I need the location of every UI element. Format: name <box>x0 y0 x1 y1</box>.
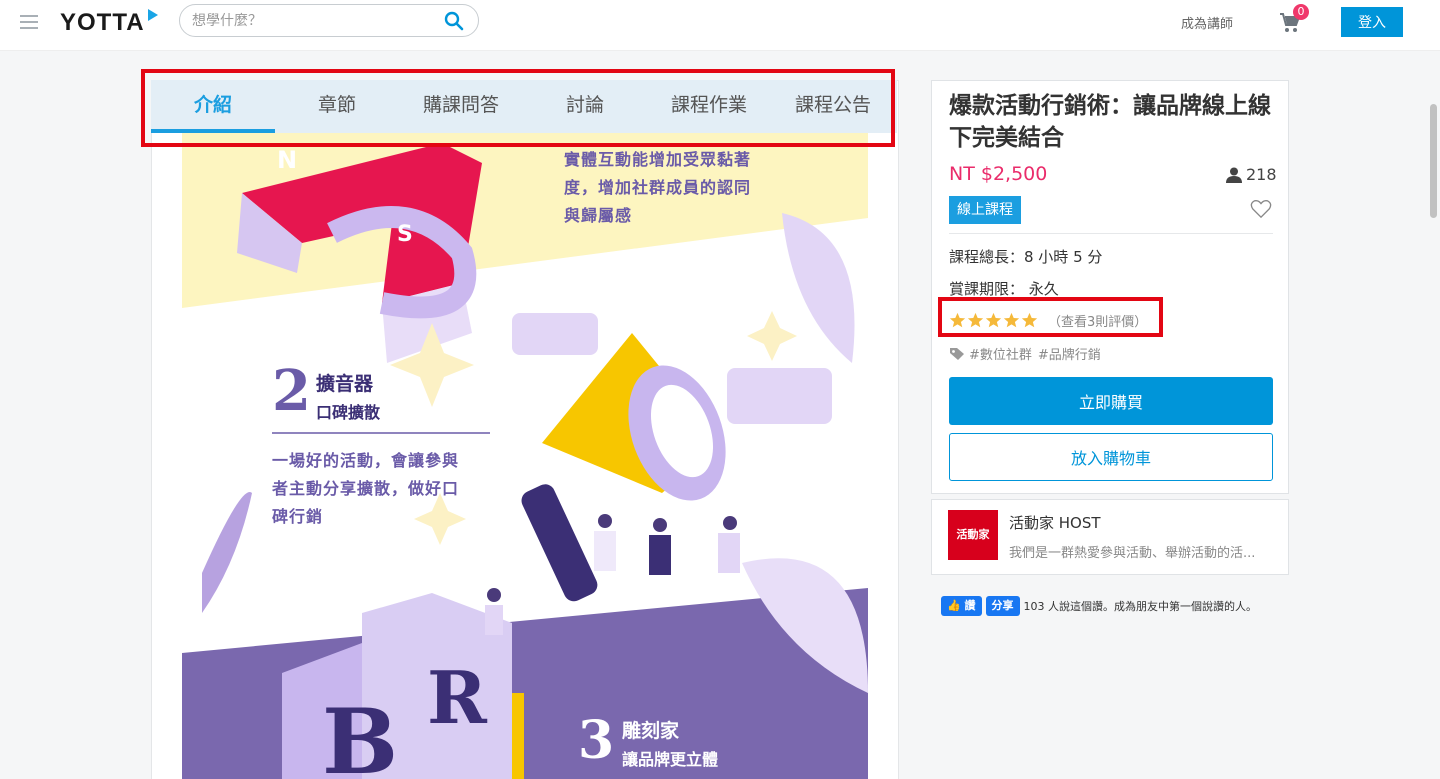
svg-text:N: N <box>277 146 297 174</box>
fb-share-button[interactable]: 分享 <box>985 596 1020 616</box>
host-logo: 活動家 <box>948 510 998 560</box>
search-box <box>179 4 479 37</box>
tag-link[interactable]: #數位社群 <box>969 344 1032 363</box>
search-input[interactable] <box>192 11 432 31</box>
banner-section2-line: 一場好的活動，會讓參與 <box>272 451 460 470</box>
banner-section1-text: 實體互動能增加受眾黏著 度，增加社群成員的認同 與歸屬感 <box>564 146 751 230</box>
banner-section1-line: 實體互動能增加受眾黏著 <box>564 150 752 169</box>
star-icon <box>967 312 984 327</box>
banner-section2-subtitle: 口碑擴散 <box>316 403 381 422</box>
tab-discussion[interactable]: 討論 <box>523 80 647 133</box>
heart-icon[interactable] <box>1250 199 1272 219</box>
banner-section3-subtitle: 讓品牌更立體 <box>622 750 719 769</box>
tab-purchase-qa[interactable]: 購課問答 <box>399 80 523 133</box>
banner-section1-line: 度，增加社群成員的認同 <box>564 178 752 197</box>
svg-text:R: R <box>427 655 488 740</box>
banner-section2-number: 2 <box>272 358 311 424</box>
logo-arrow-icon <box>148 9 158 21</box>
banner-section2-text: 一場好的活動，會讓參與 者主動分享擴散，做好口 碑行銷 <box>272 447 459 531</box>
banner-section2-line: 碑行銷 <box>272 507 324 526</box>
user-icon <box>1226 167 1242 183</box>
star-rating <box>949 312 1038 329</box>
fb-like-button[interactable]: 👍 讚 <box>941 596 982 616</box>
tag-link[interactable]: #品牌行銷 <box>1038 344 1101 363</box>
course-info-card: 爆款活動行銷術：讓品牌線上線下完美結合 NT $2,500 218 線上課程 課… <box>931 80 1289 494</box>
cart-count-badge: 0 <box>1293 4 1309 20</box>
course-access-period: 賞課期限： 永久 <box>949 280 1059 298</box>
tab-assignments[interactable]: 課程作業 <box>647 80 771 133</box>
menu-icon[interactable] <box>20 15 38 29</box>
svg-text:S: S <box>397 222 413 247</box>
become-teacher-link[interactable]: 成為講師 <box>1181 13 1233 32</box>
course-price: NT $2,500 <box>949 163 1048 185</box>
course-banner-image: N S B R 實體互動能增加受眾黏著 度，增加社群成員的認同 與歸屬感 2 擴… <box>182 133 868 779</box>
course-tags: #數位社群 #品牌行銷 <box>949 344 1107 363</box>
course-duration: 課程總長：8 小時 5 分 <box>949 248 1103 266</box>
course-title: 爆款活動行銷術：讓品牌線上線下完美結合 <box>949 93 1271 151</box>
rating-row: （查看3則評價） <box>949 310 1147 330</box>
login-button[interactable]: 登入 <box>1341 7 1403 37</box>
site-logo[interactable]: YOTTA <box>60 8 145 38</box>
banner-section2-line: 者主動分享擴散，做好口 <box>272 479 460 498</box>
tag-icon <box>950 347 964 360</box>
svg-text:B: B <box>322 689 398 779</box>
tab-announcements[interactable]: 課程公告 <box>771 80 895 133</box>
star-icon <box>1003 312 1020 327</box>
tab-intro[interactable]: 介紹 <box>151 80 275 133</box>
banner-section2-title: 擴音器 <box>316 373 374 395</box>
online-course-tag: 線上課程 <box>949 196 1021 224</box>
host-description: 我們是一群熱愛參與活動、舉辦活動的活... <box>1009 546 1256 561</box>
add-to-cart-button[interactable]: 放入購物車 <box>949 433 1273 481</box>
star-icon <box>1021 312 1038 327</box>
banner-section3-title: 雕刻家 <box>622 720 680 742</box>
banner-section1-line: 與歸屬感 <box>564 206 633 225</box>
buy-now-button[interactable]: 立即購買 <box>949 377 1273 425</box>
fb-like-label: 讚 <box>964 599 976 612</box>
search-icon[interactable] <box>444 11 464 31</box>
host-card[interactable]: 活動家 活動家 HOST 我們是一群熱愛參與活動、舉辦活動的活... <box>931 499 1289 575</box>
thumbs-up-icon: 👍 <box>947 599 961 612</box>
top-header: YOTTA 成為講師 0 登入 <box>0 0 1440 51</box>
star-icon <box>949 312 966 327</box>
view-reviews-link[interactable]: （查看3則評價） <box>1048 311 1147 330</box>
star-icon <box>985 312 1002 327</box>
facebook-social-row: 👍 讚 分享 103 人說這個讚。成為朋友中第一個說讚的人。 <box>941 596 1257 616</box>
host-name: 活動家 HOST <box>1009 514 1101 532</box>
banner-section3-number: 3 <box>578 710 615 771</box>
fb-like-count-text: 103 人說這個讚。成為朋友中第一個說讚的人。 <box>1023 600 1258 613</box>
divider <box>949 233 1273 234</box>
tab-chapters[interactable]: 章節 <box>275 80 399 133</box>
course-tabs: 介紹 章節 購課問答 討論 課程作業 課程公告 <box>151 80 897 133</box>
student-count: 218 <box>1246 165 1277 184</box>
scrollbar[interactable] <box>1430 104 1437 218</box>
